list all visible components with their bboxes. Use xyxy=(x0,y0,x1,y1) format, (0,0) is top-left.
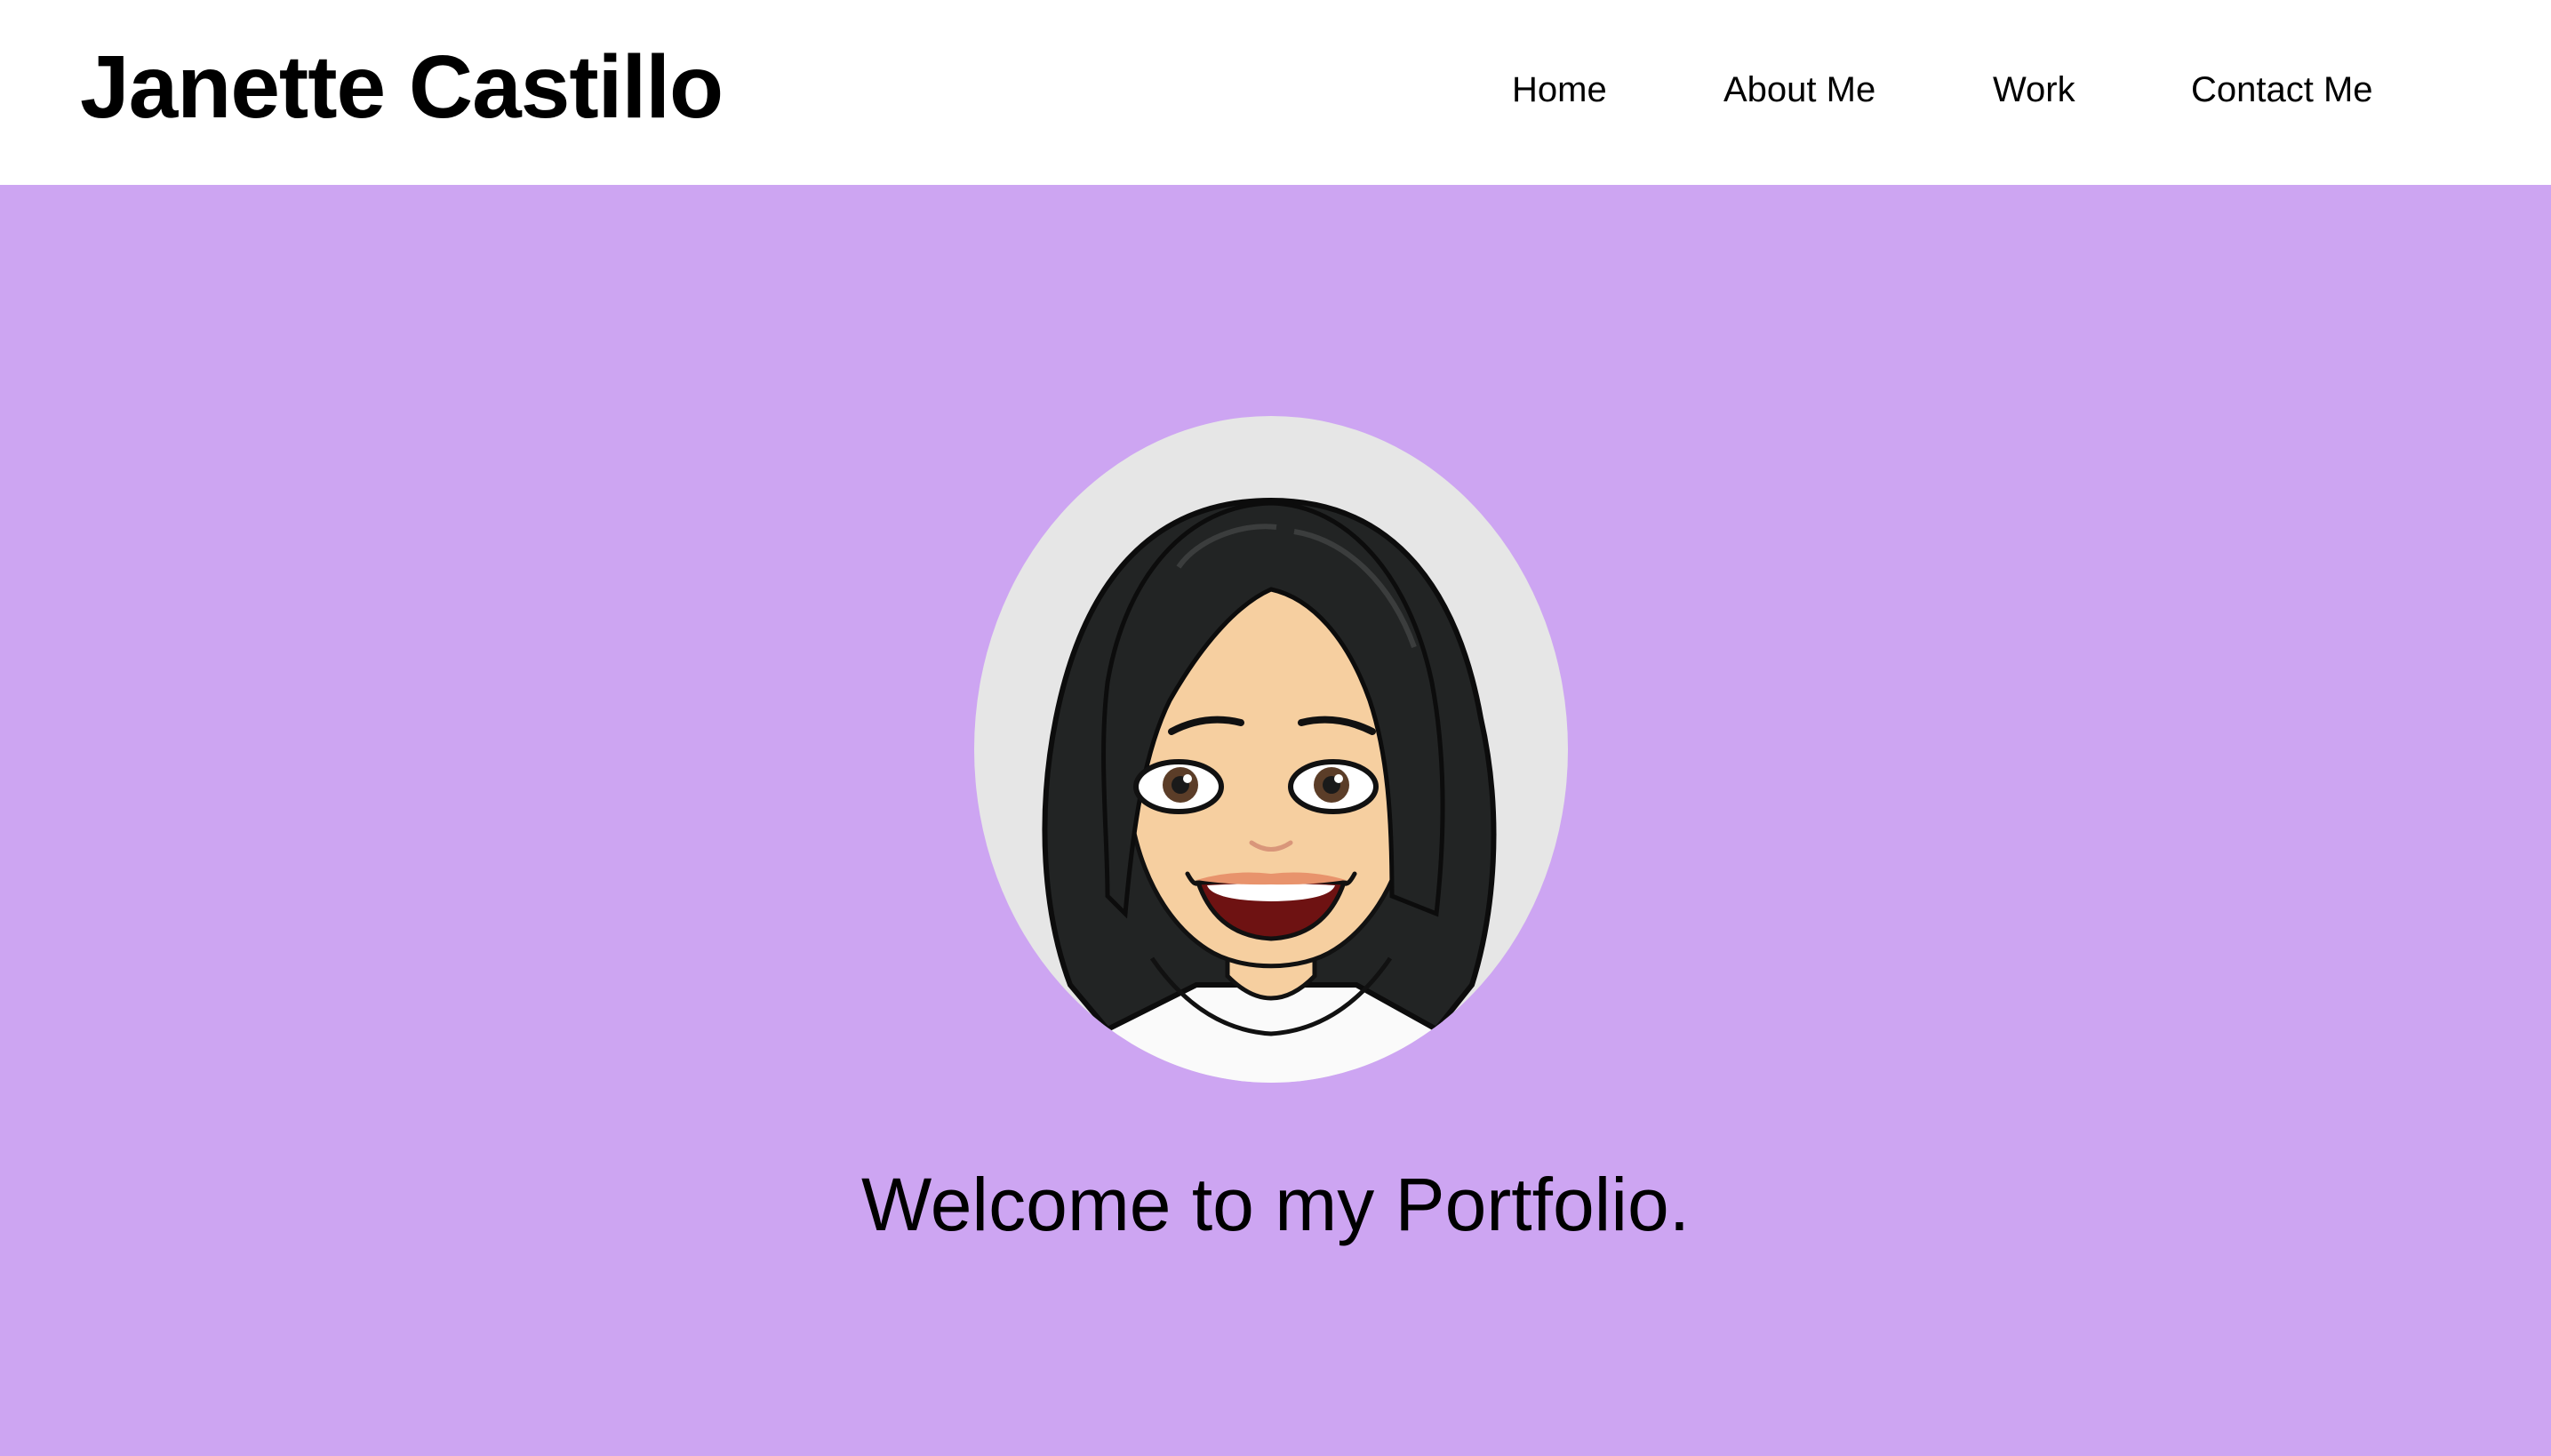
avatar-right-eye-shine xyxy=(1334,774,1343,783)
main-nav: Home About Me Work Contact Me xyxy=(0,68,2551,112)
welcome-heading: Welcome to my Portfolio. xyxy=(860,1163,1691,1246)
avatar-left-eye-shine xyxy=(1183,774,1192,783)
nav-link-work[interactable]: Work xyxy=(1993,68,2075,112)
avatar xyxy=(974,416,1568,1083)
nav-link-contact-me[interactable]: Contact Me xyxy=(2191,68,2373,112)
avatar-illustration xyxy=(974,416,1568,1083)
hero-section: Welcome to my Portfolio. xyxy=(0,185,2551,1456)
page: Janette Castillo Home About Me Work Cont… xyxy=(0,0,2551,1456)
nav-link-about-me[interactable]: About Me xyxy=(1723,68,1875,112)
site-header: Janette Castillo Home About Me Work Cont… xyxy=(0,0,2551,185)
nav-link-home[interactable]: Home xyxy=(1512,68,1607,112)
